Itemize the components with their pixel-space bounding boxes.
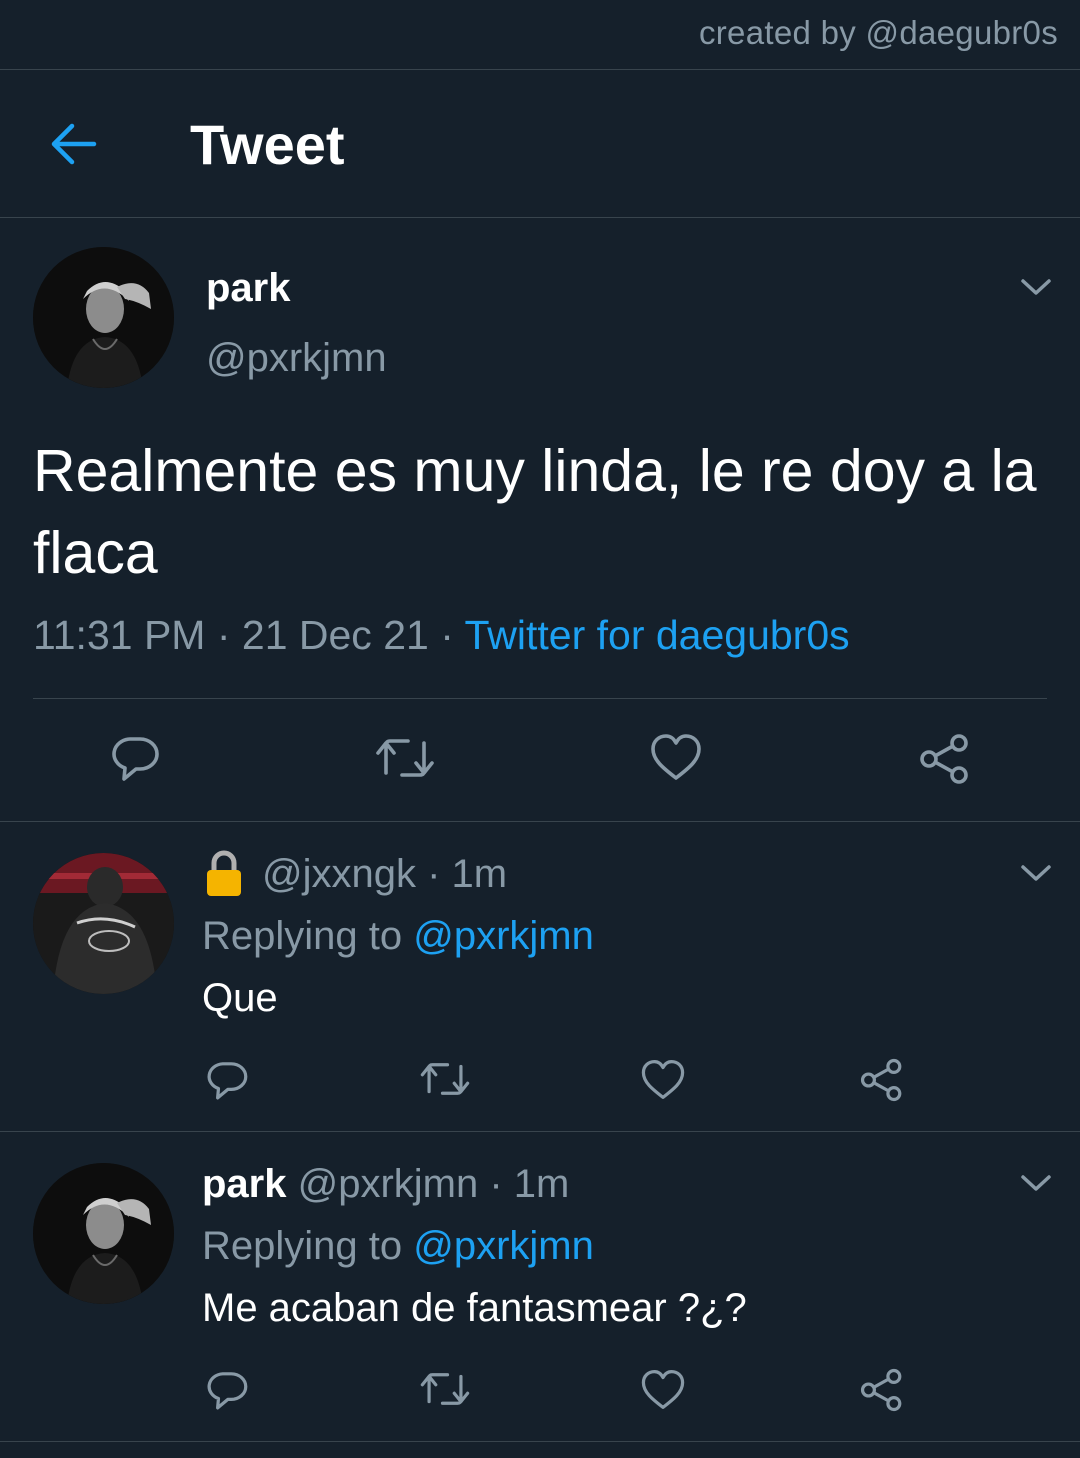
replying-to-link[interactable]: @pxrkjmn: [413, 914, 594, 958]
replying-prefix: Replying to: [202, 914, 414, 958]
share-icon[interactable]: [859, 1058, 905, 1102]
reply-handle[interactable]: @jxxngk: [262, 852, 416, 896]
top-bar: Tweet: [0, 70, 1080, 218]
page-title: Tweet: [190, 113, 345, 176]
retweet-icon[interactable]: [419, 1058, 471, 1100]
reply-icon[interactable]: [108, 731, 162, 785]
reply-name[interactable]: park: [202, 1162, 287, 1206]
replying-to: Replying to @pxrkjmn: [202, 1224, 594, 1269]
avatar[interactable]: [33, 853, 174, 994]
back-arrow-icon[interactable]: [48, 120, 100, 168]
share-icon[interactable]: [918, 733, 972, 785]
divider: [0, 821, 1080, 822]
share-icon[interactable]: [859, 1368, 905, 1412]
reply-header: park @pxrkjmn · 1m: [202, 1162, 570, 1206]
divider: [0, 1131, 1080, 1132]
replying-prefix: Replying to: [202, 1224, 414, 1268]
reply-time: 1m: [451, 852, 508, 896]
author-handle[interactable]: @pxrkjmn: [206, 336, 387, 381]
replying-to: Replying to @pxrkjmn: [202, 914, 594, 959]
chevron-down-icon[interactable]: [1019, 862, 1053, 884]
tweet-time: 11:31 PM: [33, 612, 206, 658]
lock-icon: [204, 850, 244, 898]
reply-text: Me acaban de fantasmear ?¿?: [202, 1286, 747, 1330]
like-icon[interactable]: [640, 1368, 686, 1411]
tweet-date: 21 Dec 21: [241, 612, 429, 658]
divider: [33, 698, 1047, 699]
chevron-down-icon[interactable]: [1019, 1172, 1053, 1194]
avatar[interactable]: [33, 1163, 174, 1304]
divider: [0, 1441, 1080, 1442]
watermark-credit: created by @daegubr0s: [698, 14, 1058, 51]
reply-text: Que: [202, 976, 278, 1020]
like-icon[interactable]: [649, 732, 703, 782]
meta-separator: ·: [428, 612, 465, 658]
chevron-down-icon[interactable]: [1019, 276, 1053, 298]
reply-icon[interactable]: [204, 1367, 250, 1413]
reply-time: 1m: [513, 1162, 570, 1206]
replying-to-link[interactable]: @pxrkjmn: [413, 1224, 594, 1268]
retweet-icon[interactable]: [374, 733, 436, 783]
retweet-icon[interactable]: [419, 1368, 471, 1410]
reply-header: @jxxngk · 1m: [262, 852, 508, 896]
reply-handle[interactable]: @pxrkjmn: [298, 1162, 479, 1206]
like-icon[interactable]: [640, 1058, 686, 1101]
tweet-source-link[interactable]: Twitter for daegubr0s: [465, 612, 850, 658]
meta-separator: ·: [205, 612, 242, 658]
tweet-meta: 11:31 PM · 21 Dec 21 · Twitter for daegu…: [33, 612, 850, 659]
divider: [0, 217, 1080, 218]
tweet-text: Realmente es muy linda, le re doy a la f…: [33, 438, 1037, 586]
author-name[interactable]: park: [206, 266, 291, 311]
avatar[interactable]: [33, 247, 174, 388]
reply-icon[interactable]: [204, 1057, 250, 1103]
